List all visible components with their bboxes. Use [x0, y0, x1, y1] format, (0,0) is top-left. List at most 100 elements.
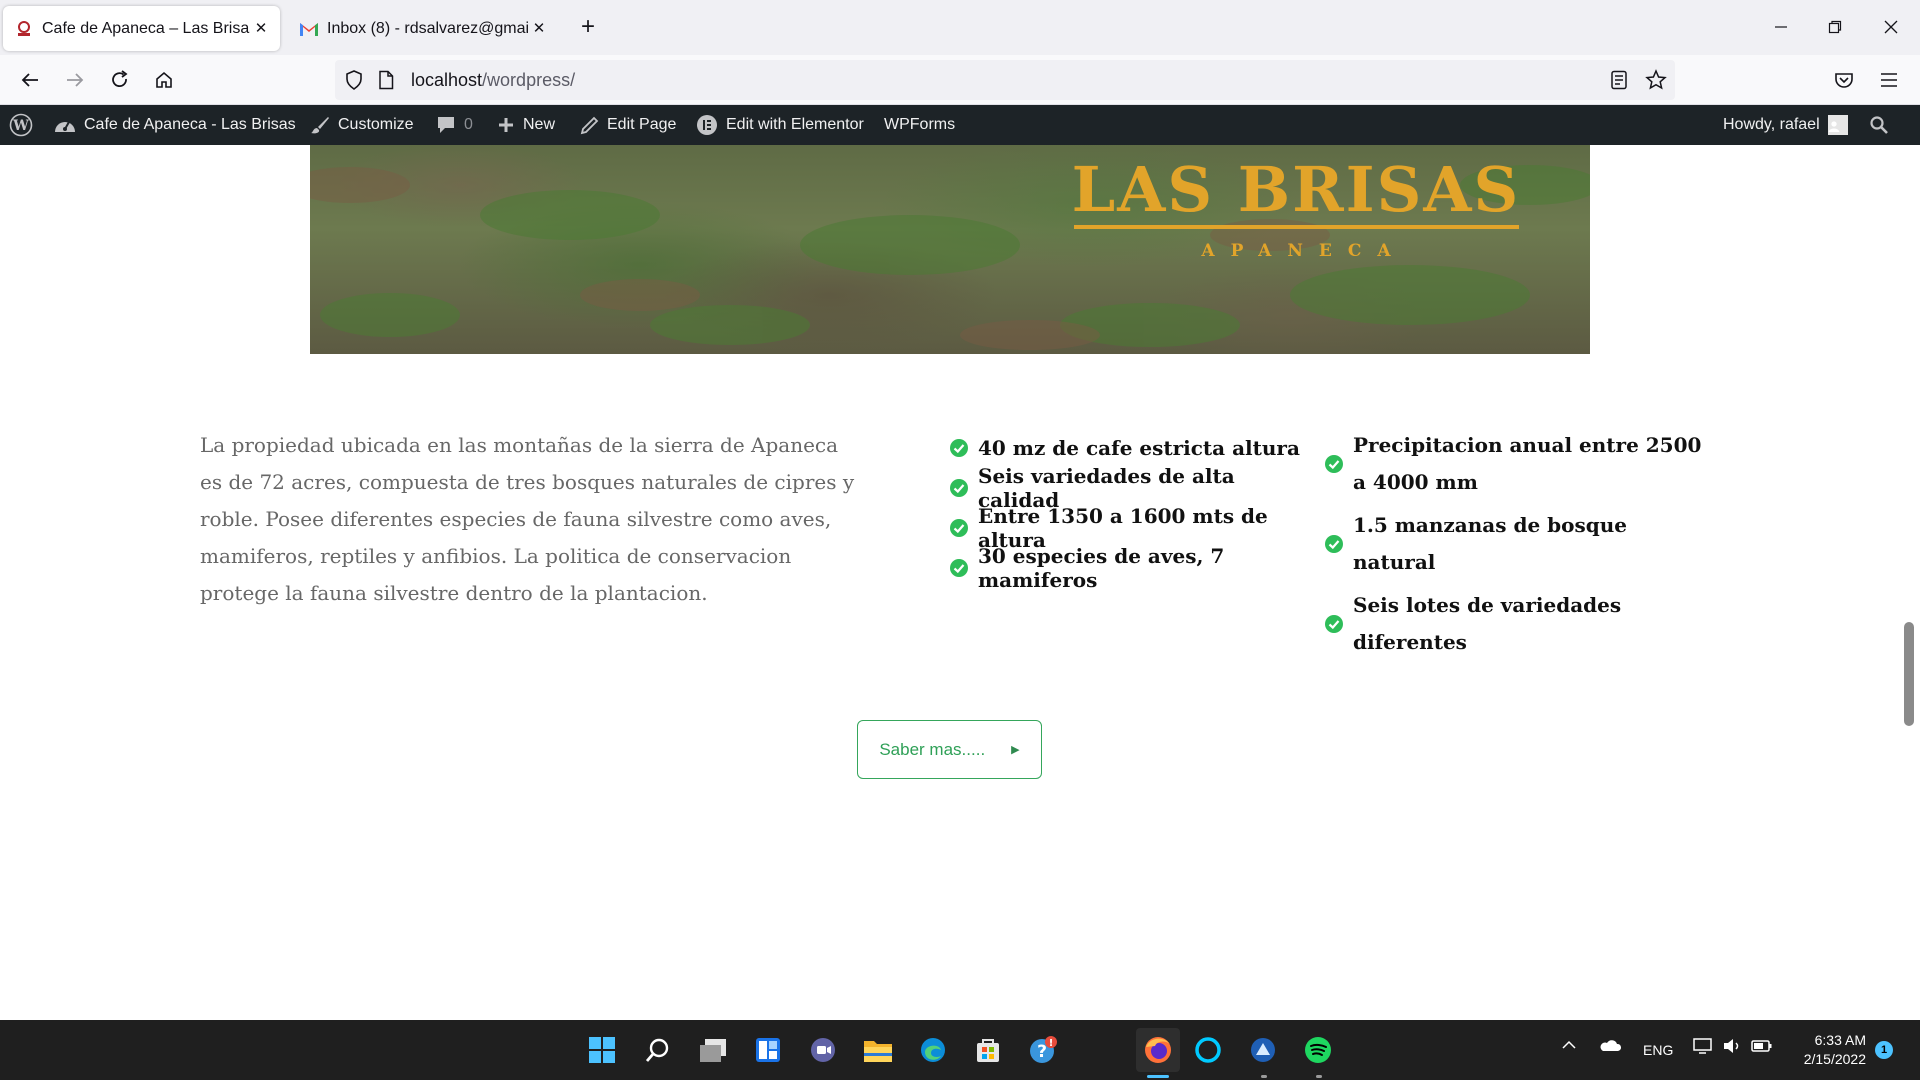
features-list-right: Precipitacion anual entre 2500 a 4000 mm… — [1324, 427, 1714, 667]
widgets-icon[interactable] — [752, 1034, 784, 1066]
brand-logo: LAS BRISAS APANECA — [1066, 145, 1526, 265]
customize-link[interactable]: Customize — [310, 105, 414, 145]
microsoft-store-icon[interactable] — [972, 1034, 1004, 1066]
notification-badge[interactable]: 1 — [1875, 1041, 1893, 1059]
feature-text: 30 especies de aves, 7 mamiferos — [978, 544, 1225, 592]
back-icon[interactable] — [15, 65, 45, 95]
property-description: La propiedad ubicada en las montañas de … — [200, 433, 855, 605]
pencil-icon — [580, 116, 599, 134]
menu-icon[interactable] — [1874, 65, 1904, 95]
feature-text: Precipitacion anual entre 2500 a 4000 mm — [1353, 433, 1702, 494]
brush-icon — [311, 117, 329, 134]
my-account-link[interactable]: Howdy, rafael — [1723, 105, 1848, 145]
active-app-indicator — [1147, 1075, 1169, 1078]
home-icon[interactable] — [149, 65, 179, 95]
check-circle-icon — [950, 479, 968, 497]
edit-elementor-link[interactable]: Edit with Elementor — [696, 105, 864, 145]
list-item: 1.5 manzanas de bosque natural — [1324, 507, 1714, 581]
check-circle-icon — [1325, 615, 1343, 633]
page-content: LAS BRISAS APANECA La propiedad ubicada … — [0, 145, 1902, 995]
plus-icon — [499, 118, 513, 132]
wordpress-logo-icon[interactable]: W — [9, 105, 41, 145]
edit-page-label: Edit Page — [607, 116, 677, 133]
reload-icon[interactable] — [105, 65, 135, 95]
tab-las-brisas[interactable]: Cafe de Apaneca – Las Brisas – ✕ — [3, 6, 280, 51]
close-tab-icon[interactable]: ✕ — [250, 18, 272, 40]
check-circle-icon — [950, 519, 968, 537]
feature-text: 40 mz de cafe estricta altura — [978, 436, 1300, 460]
tab-gmail[interactable]: Inbox (8) - rdsalvarez@gmail.co ✕ — [288, 6, 558, 51]
edit-page-link[interactable]: Edit Page — [580, 105, 676, 145]
alexa-icon[interactable] — [1192, 1034, 1224, 1066]
language-indicator[interactable]: ENG — [1643, 1042, 1673, 1058]
check-circle-icon — [1325, 535, 1343, 553]
site-name-label: Cafe de Apaneca - Las Brisas — [84, 116, 296, 133]
forward-icon[interactable] — [60, 65, 90, 95]
remote-desktop-icon[interactable] — [1247, 1034, 1279, 1066]
tracking-shield-icon[interactable] — [343, 69, 365, 96]
windows-taskbar: ?! ENG 6:33 AM 2/15/2022 1 — [0, 1020, 1920, 1080]
help-icon[interactable]: ?! — [1027, 1034, 1059, 1066]
browser-tab-bar: Cafe de Apaneca – Las Brisas – ✕ Inbox (… — [0, 0, 1920, 55]
feature-text: 1.5 manzanas de bosque natural — [1353, 513, 1627, 574]
running-app-indicator — [1316, 1075, 1322, 1078]
page-scrollbar[interactable] — [1902, 145, 1920, 1020]
list-item: Precipitacion anual entre 2500 a 4000 mm — [1324, 427, 1714, 501]
check-circle-icon — [950, 559, 968, 577]
minimize-icon[interactable] — [1766, 12, 1796, 42]
search-icon[interactable] — [642, 1034, 674, 1066]
wpforms-link[interactable]: WPForms — [884, 105, 955, 145]
teams-chat-icon[interactable] — [807, 1034, 839, 1066]
comments-link[interactable]: 0 — [436, 105, 473, 145]
avatar — [1827, 115, 1848, 135]
volume-icon[interactable] — [1722, 1037, 1742, 1058]
list-item: Seis lotes de variedades diferentes — [1324, 587, 1714, 661]
clock[interactable]: 6:33 AM 2/15/2022 — [1786, 1031, 1866, 1069]
close-window-icon[interactable] — [1876, 12, 1906, 42]
new-content-link[interactable]: New — [497, 105, 555, 145]
site-name-link[interactable]: Cafe de Apaneca - Las Brisas — [54, 105, 296, 145]
las-brisas-logo-icon — [14, 19, 34, 39]
network-icon[interactable] — [1693, 1037, 1713, 1058]
dashboard-icon — [55, 121, 75, 132]
svg-text:W: W — [12, 118, 29, 134]
search-icon[interactable] — [1869, 105, 1897, 145]
reader-view-icon[interactable] — [1610, 70, 1628, 95]
browser-nav-bar: localhost/wordpress/ — [0, 55, 1920, 105]
page-info-icon[interactable] — [377, 70, 395, 95]
feature-text: Seis lotes de variedades diferentes — [1353, 593, 1622, 654]
url-host: localhost — [411, 70, 483, 90]
check-circle-icon — [1325, 455, 1343, 473]
battery-icon[interactable] — [1751, 1037, 1773, 1058]
saber-mas-button[interactable]: Saber mas..... ▶ — [857, 720, 1042, 779]
edge-icon[interactable] — [917, 1034, 949, 1066]
brand-subtitle: APANECA — [1201, 241, 1407, 261]
tab-title: Cafe de Apaneca – Las Brisas – — [42, 19, 250, 37]
restore-icon[interactable] — [1820, 12, 1850, 42]
bookmark-star-icon[interactable] — [1645, 69, 1667, 96]
new-tab-button[interactable]: + — [575, 15, 601, 41]
pocket-icon[interactable] — [1829, 65, 1859, 95]
onedrive-icon[interactable] — [1599, 1037, 1622, 1056]
url-text[interactable]: localhost/wordpress/ — [411, 70, 575, 91]
comment-icon — [438, 117, 454, 133]
svg-text:!: ! — [1049, 1038, 1054, 1049]
file-explorer-icon[interactable] — [862, 1034, 894, 1066]
close-tab-icon[interactable]: ✕ — [528, 18, 550, 40]
wpforms-label: WPForms — [884, 116, 956, 133]
scrollbar-thumb[interactable] — [1904, 622, 1914, 726]
chevron-up-icon[interactable] — [1561, 1037, 1577, 1056]
comments-count: 0 — [464, 116, 473, 133]
list-item: 30 especies de aves, 7 mamiferos — [949, 544, 1309, 592]
url-bar[interactable]: localhost/wordpress/ — [335, 60, 1675, 100]
spotify-icon[interactable] — [1302, 1034, 1334, 1066]
url-path: /wordpress/ — [482, 70, 576, 90]
svg-text:?: ? — [1037, 1042, 1047, 1062]
list-item: 40 mz de cafe estricta altura — [949, 428, 1309, 468]
list-item: Entre 1350 a 1600 mts de altura — [949, 504, 1309, 552]
wp-admin-bar: W Cafe de Apaneca - Las Brisas Customize… — [0, 105, 1920, 145]
start-icon[interactable] — [586, 1034, 618, 1066]
firefox-icon[interactable] — [1136, 1028, 1180, 1072]
task-view-icon[interactable] — [697, 1034, 729, 1066]
tab-title: Inbox (8) - rdsalvarez@gmail.co — [327, 19, 528, 37]
